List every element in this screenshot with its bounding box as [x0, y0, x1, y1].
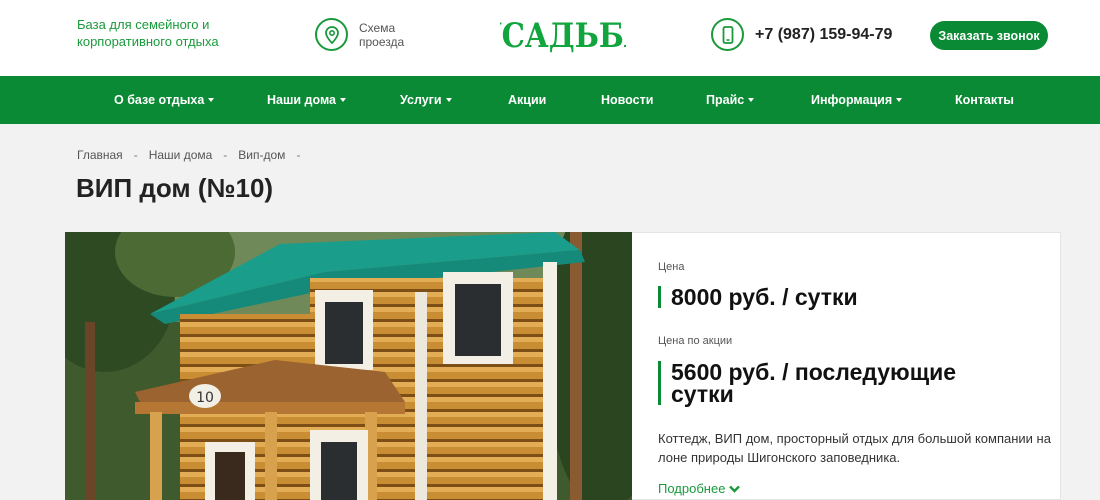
nav-item-label: Информация	[811, 93, 893, 107]
breadcrumb-separator: -	[223, 148, 228, 162]
nav-item-contacts[interactable]: Контакты	[955, 76, 1014, 124]
site-header: База для семейного и корпоративного отды…	[0, 0, 1100, 76]
route-map-label: Схема проезда	[359, 20, 405, 49]
caret-down-icon	[208, 98, 215, 102]
caret-down-icon	[896, 98, 903, 102]
read-more-label: Подробнее	[658, 481, 726, 496]
phone-block[interactable]: +7 (987) 159-94-79	[711, 18, 892, 51]
breadcrumb-home[interactable]: Главная	[77, 148, 123, 162]
nav-item-houses[interactable]: Наши дома	[267, 76, 346, 124]
price-card: Цена 8000 руб. / сутки Цена по акции 560…	[632, 232, 1061, 500]
breadcrumb: Главная - Наши дома - Вип-дом -	[77, 148, 311, 162]
promo-price-value: 5600 руб. / последующие сутки	[658, 361, 1018, 406]
nav-item-label: Прайс	[706, 93, 745, 107]
mobile-phone-icon	[711, 18, 744, 51]
route-map-link[interactable]: Схема проезда	[315, 18, 419, 51]
price-value: 8000 руб. / сутки	[658, 286, 858, 309]
nav-item-label: Наши дома	[267, 93, 336, 107]
nav-item-label: Услуги	[400, 93, 442, 107]
nav-item-label: Новости	[601, 93, 654, 107]
site-logo[interactable]: УСАДЬБА	[478, 10, 648, 60]
logo-text: УСАДЬБА	[500, 16, 626, 56]
house-number: 10	[196, 390, 214, 406]
nav-item-prices[interactable]: Прайс	[706, 76, 755, 124]
caret-down-icon	[445, 98, 452, 102]
map-pin-icon	[315, 18, 348, 51]
caret-down-icon	[748, 98, 755, 102]
request-callback-button[interactable]: Заказать звонок	[930, 21, 1048, 50]
nav-item-about[interactable]: О базе отдыха	[114, 76, 215, 124]
breadcrumb-separator: -	[296, 148, 301, 162]
breadcrumb-separator: -	[133, 148, 138, 162]
house-description: Коттедж, ВИП дом, просторный отдых для б…	[658, 431, 1051, 465]
house-photo[interactable]: 10	[65, 232, 632, 500]
nav-item-label: О базе отдыха	[114, 93, 205, 107]
breadcrumb-houses[interactable]: Наши дома	[149, 148, 213, 162]
caret-down-icon	[340, 98, 346, 102]
read-more-link[interactable]: Подробнее	[658, 481, 741, 496]
promo-price-label: Цена по акции	[658, 335, 733, 347]
breadcrumb-current: Вип-дом	[238, 148, 286, 162]
nav-item-label: Контакты	[955, 93, 1014, 107]
chevron-down-icon	[729, 485, 741, 493]
nav-item-news[interactable]: Новости	[601, 76, 653, 124]
phone-number[interactable]: +7 (987) 159-94-79	[755, 26, 892, 44]
price-label: Цена	[658, 261, 685, 273]
main-navigation: О базе отдыха Наши дома Услуги Акции Нов…	[0, 76, 1100, 124]
nav-item-information[interactable]: Информация	[811, 76, 903, 124]
nav-item-label: Акции	[508, 93, 547, 107]
page-title: ВИП дом (№10)	[76, 173, 274, 203]
site-tagline: База для семейного и корпоративного отды…	[77, 17, 219, 49]
nav-item-services[interactable]: Услуги	[400, 76, 452, 124]
nav-item-promotions[interactable]: Акции	[508, 76, 546, 124]
